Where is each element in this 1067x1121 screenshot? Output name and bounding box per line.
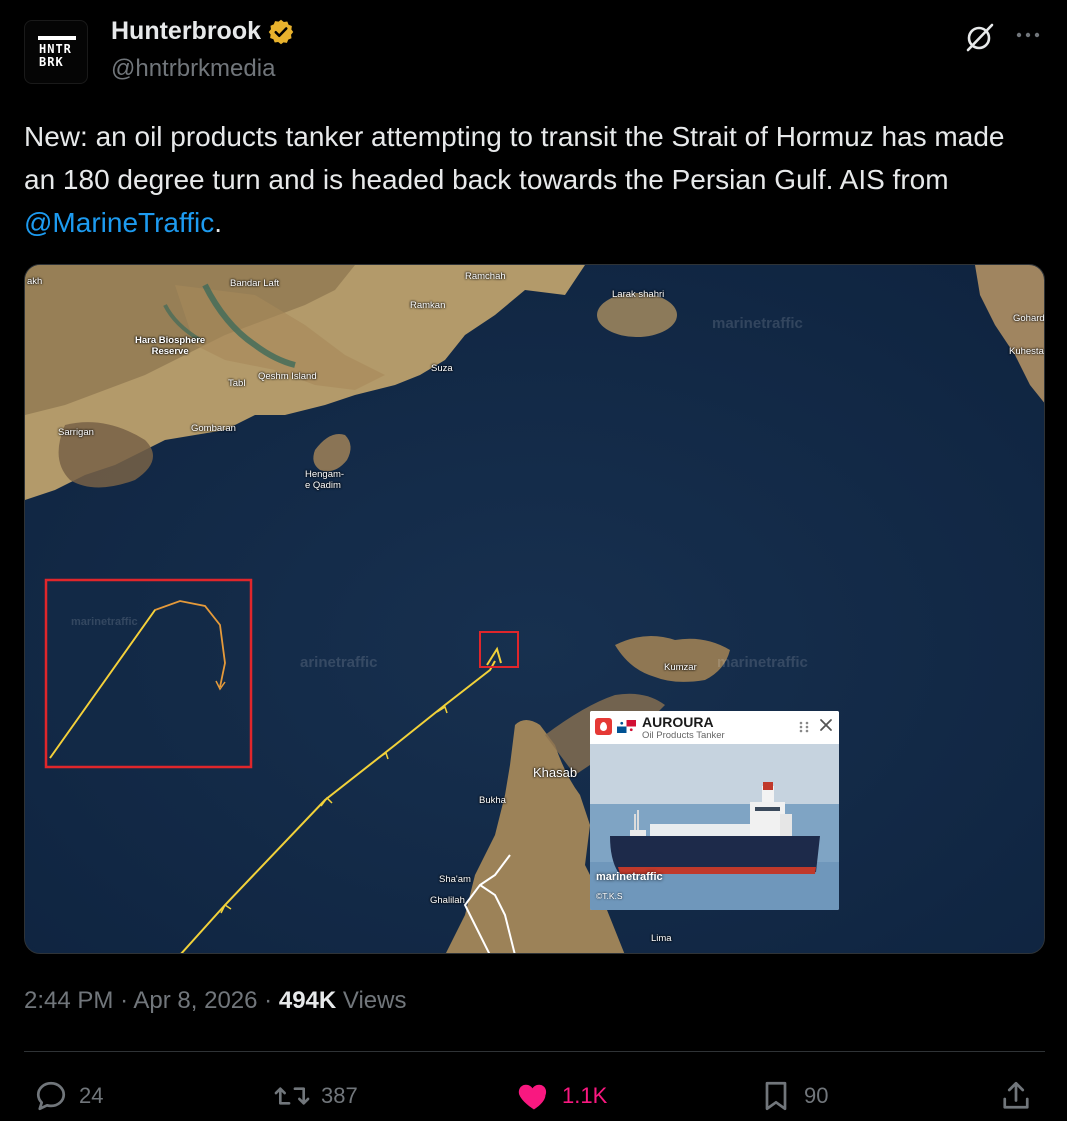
place-bukha: Bukha xyxy=(479,795,506,806)
vessel-photo xyxy=(590,744,839,910)
tweet-text-end: . xyxy=(214,207,223,238)
map-watermark: arinetraffic xyxy=(300,654,378,671)
map-watermark: marinetraffic xyxy=(712,315,803,332)
like-count: 1.1K xyxy=(562,1083,608,1108)
close-icon[interactable] xyxy=(818,717,834,733)
photo-credit: ©T.K.S xyxy=(596,891,623,901)
reply-icon xyxy=(36,1081,66,1111)
tweet-text: New: an oil products tanker attempting t… xyxy=(24,115,1034,244)
place-qeshm: Qeshm Island xyxy=(258,371,317,382)
map-watermark: marinetraffic xyxy=(71,616,138,628)
bookmark-icon xyxy=(765,1081,787,1111)
heart-icon xyxy=(518,1084,547,1110)
repost-button[interactable]: 387 xyxy=(273,1074,358,1118)
share-button[interactable] xyxy=(998,1074,1034,1118)
meta-separator: · xyxy=(264,987,273,1014)
mention-link[interactable]: @MarineTraffic xyxy=(24,207,214,238)
tweet-time[interactable]: 2:44 PM xyxy=(24,987,113,1014)
views-count: 494K xyxy=(278,987,337,1014)
place-kuhestak: Kuhesta xyxy=(1009,346,1044,357)
drag-handle-icon[interactable] xyxy=(798,720,810,734)
inset-highlight-box xyxy=(44,578,253,769)
bookmark-button[interactable]: 90 xyxy=(758,1074,828,1118)
repost-icon xyxy=(274,1087,310,1105)
panama-flag-icon xyxy=(617,720,636,733)
grok-icon[interactable] xyxy=(963,20,997,54)
tweet-media-map[interactable]: akh Bandar Laft Ramchah Ramkan Larak sha… xyxy=(24,264,1045,954)
divider xyxy=(24,1051,1045,1052)
avatar[interactable]: HNTR BRK xyxy=(24,20,88,84)
map-canvas xyxy=(25,265,1044,953)
vessel-popup[interactable]: AUROURA Oil Products Tanker marinetraffi… xyxy=(590,711,839,910)
repost-count: 387 xyxy=(321,1083,358,1108)
more-options-icon[interactable] xyxy=(1010,22,1046,50)
tweet-text-body: New: an oil products tanker attempting t… xyxy=(24,121,1005,195)
place-suza: Suza xyxy=(431,363,453,374)
avatar-logo-line1: HNTR xyxy=(39,42,72,56)
tweet-date[interactable]: Apr 8, 2026 xyxy=(133,987,257,1014)
vessel-type: Oil Products Tanker xyxy=(642,730,725,741)
share-icon xyxy=(1003,1081,1029,1109)
place-bandar-laft: Bandar Laft xyxy=(230,278,280,289)
avatar-logo-bar xyxy=(38,36,76,40)
views-label: Views xyxy=(342,987,407,1014)
vessel-name: AUROURA xyxy=(642,714,714,730)
place-ramchah: Ramchah xyxy=(465,271,506,282)
place-nakh: akh xyxy=(27,276,43,287)
photo-brand: marinetraffic xyxy=(596,871,663,883)
place-ghalilah: Ghalilah xyxy=(430,895,465,906)
verified-badge-icon xyxy=(268,19,294,44)
reply-button[interactable]: 24 xyxy=(33,1074,103,1118)
tanker-type-icon xyxy=(595,718,612,735)
place-tabl: Tabl xyxy=(228,378,246,389)
place-gombaran: Gombaran xyxy=(191,423,236,434)
place-sarrigan: Sarrigan xyxy=(58,427,94,438)
place-lima: Lima xyxy=(651,933,672,944)
avatar-logo-line2: BRK xyxy=(39,55,64,69)
reply-count: 24 xyxy=(79,1083,104,1108)
bookmark-count: 90 xyxy=(804,1083,829,1108)
author-name-row: Hunterbrook xyxy=(111,17,295,46)
place-ramkan: Ramkan xyxy=(410,300,446,311)
place-gohard: Gohard xyxy=(1013,313,1045,324)
vessel-popup-header: AUROURA Oil Products Tanker xyxy=(590,711,839,744)
map-watermark: marinetraffic xyxy=(717,654,808,671)
author-display-name[interactable]: Hunterbrook xyxy=(111,17,261,46)
place-hara-reserve: Hara Biosphere Reserve xyxy=(135,335,206,357)
place-larak: Larak shahri xyxy=(612,289,665,300)
place-shaam: Sha'am xyxy=(439,874,471,885)
place-hengam: Hengam- e Qadim xyxy=(305,469,345,491)
place-kumzar: Kumzar xyxy=(664,662,697,673)
tweet-meta: 2:44 PM · Apr 8, 2026 · 494K Views xyxy=(24,987,406,1015)
place-khasab: Khasab xyxy=(533,765,578,780)
like-button[interactable]: 1.1K xyxy=(516,1074,607,1118)
author-handle[interactable]: @hntrbrkmedia xyxy=(111,55,275,83)
meta-separator: · xyxy=(120,987,129,1014)
